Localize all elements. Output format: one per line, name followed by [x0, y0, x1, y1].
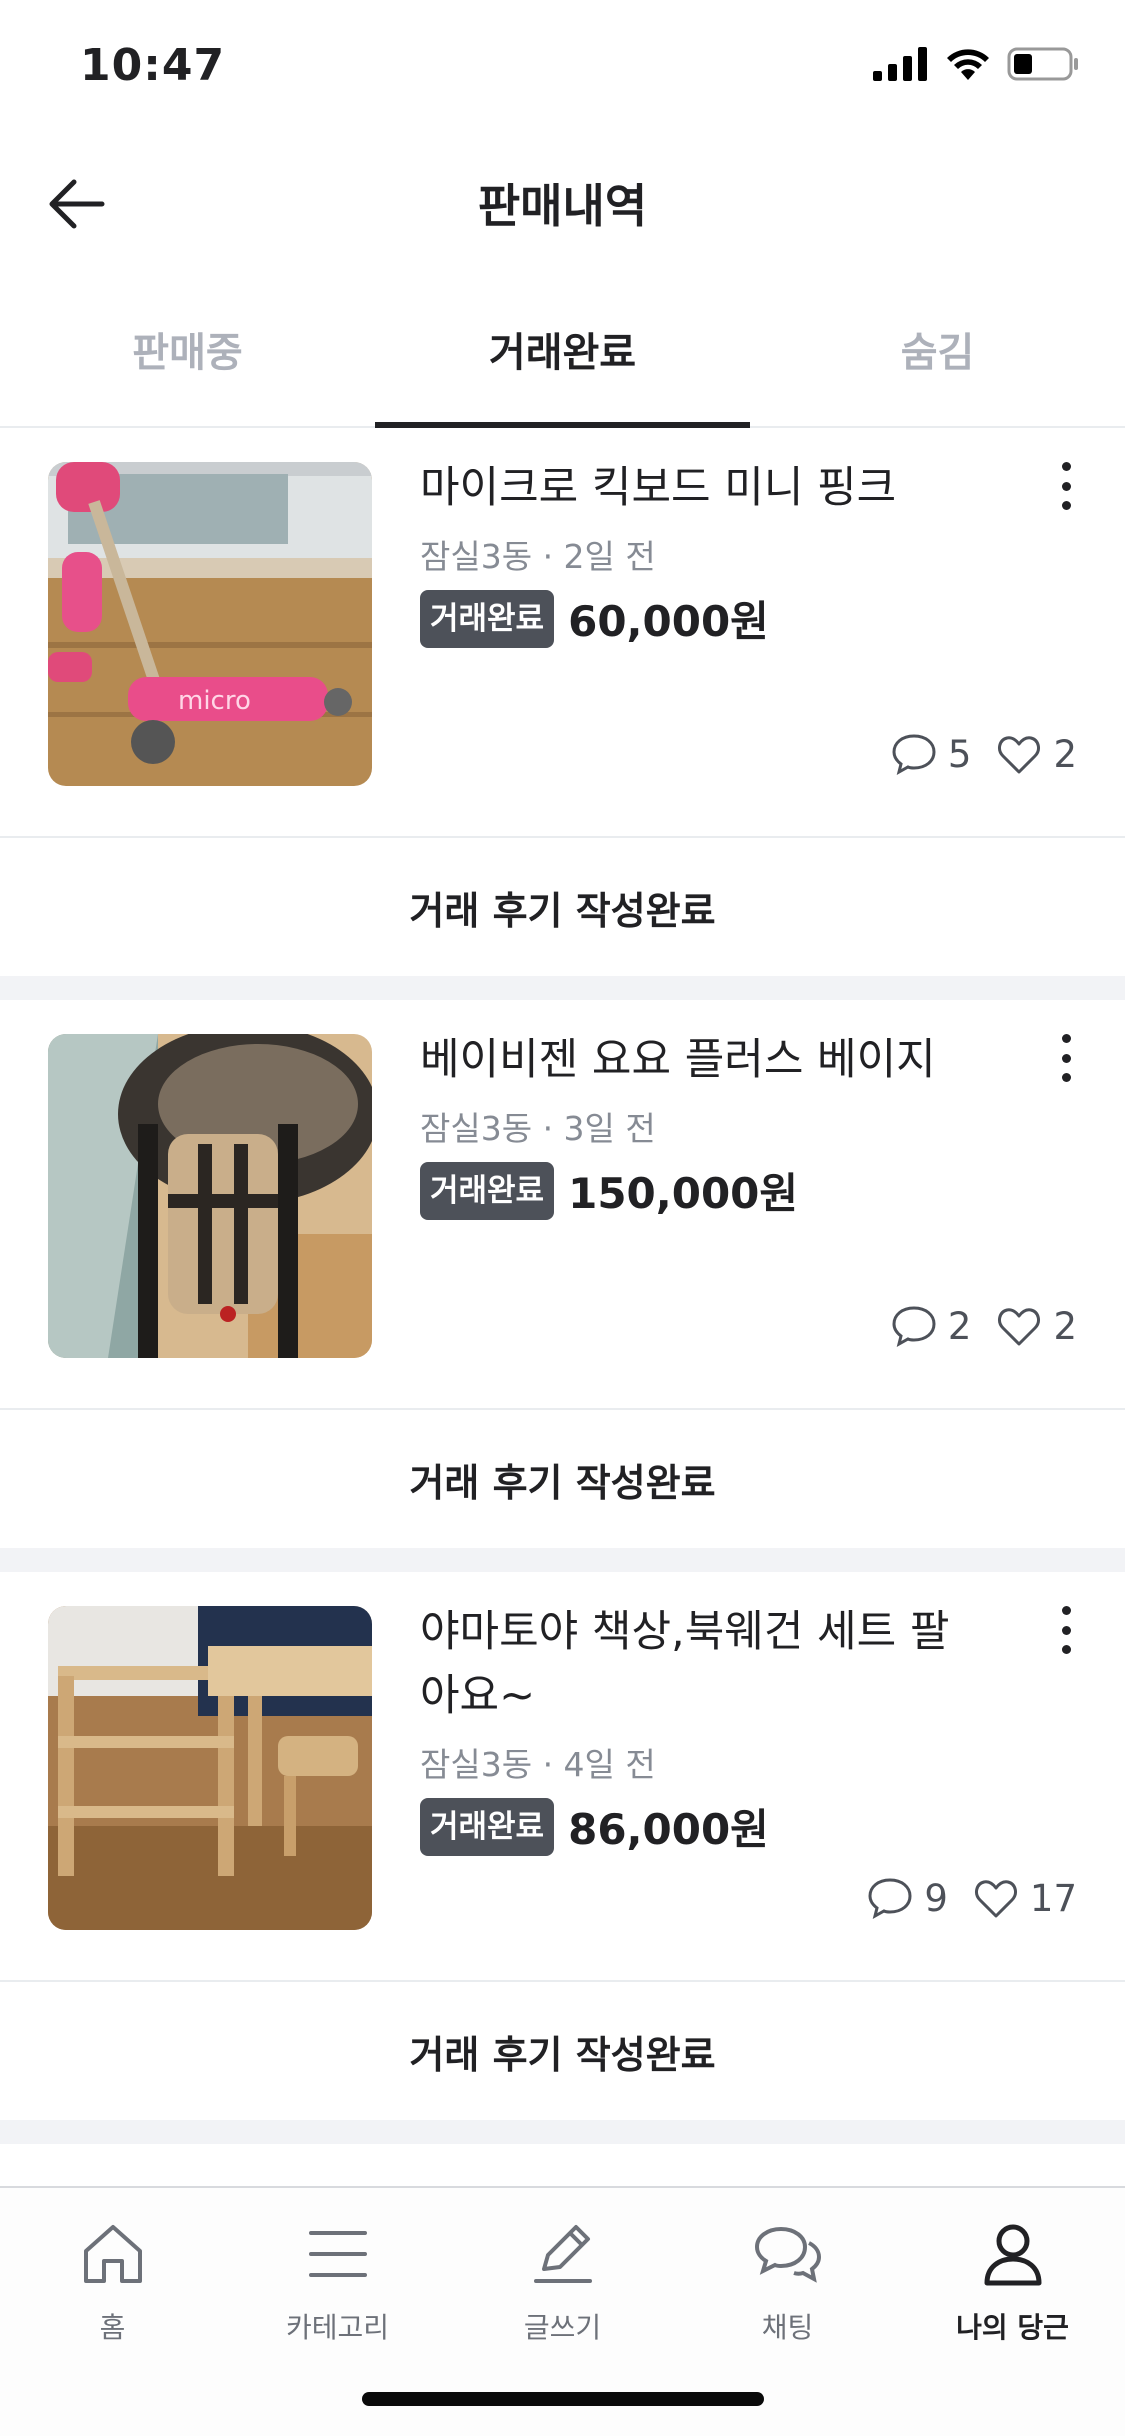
reaction-counts: 2 2 — [890, 1304, 1077, 1348]
person-icon — [981, 2214, 1045, 2294]
nav-my-karrot[interactable]: 나의 당근 — [900, 2214, 1125, 2346]
like-count: 17 — [1029, 1876, 1077, 1920]
reaction-counts: 5 2 — [890, 732, 1077, 776]
item-price: 60,000원 — [568, 597, 769, 646]
more-options-button[interactable] — [1051, 1602, 1081, 1658]
list-item[interactable]: 베이비젠 요요 플러스 베이지 잠실3동 · 3일 전 거래완료 150,000… — [0, 1000, 1125, 1410]
dot — [1061, 1606, 1071, 1615]
item-thumbnail[interactable] — [48, 1034, 372, 1358]
dot — [1061, 501, 1071, 510]
nav-label: 카테고리 — [285, 2311, 390, 2344]
nav-category[interactable]: 카테고리 — [225, 2214, 450, 2346]
nav-label: 채팅 — [761, 2311, 814, 2344]
heart-icon — [998, 1308, 1041, 1346]
more-options-button[interactable] — [1051, 1030, 1081, 1086]
section-divider — [0, 2120, 1125, 2144]
sales-history-screen: 10:47 판매내역 판매중 거래완료 숨김 micro 마이크로 킥보드 미니… — [0, 0, 1125, 2436]
list-item[interactable]: 야마토야 책상,북웨건 세트 팔아요~ 잠실3동 · 4일 전 거래완료 86,… — [0, 1572, 1125, 1982]
chat-count: 9 — [924, 1876, 948, 1920]
menu-icon — [307, 2214, 369, 2294]
item-title[interactable]: 마이크로 킥보드 미니 핑크 — [420, 456, 980, 520]
page-title: 판매내역 — [477, 179, 648, 233]
battery-icon — [1007, 47, 1078, 81]
chat-icon — [892, 1306, 936, 1347]
dot — [1061, 481, 1071, 491]
chat-count: 2 — [947, 1304, 972, 1348]
tab-selling[interactable]: 판매중 — [0, 272, 375, 426]
pencil-icon — [530, 2214, 596, 2294]
chat-icon — [892, 734, 936, 775]
item-thumbnail[interactable]: micro — [48, 462, 372, 786]
status-badge: 거래완료 — [420, 1161, 555, 1220]
wifi-icon — [947, 49, 989, 80]
dot — [1061, 462, 1071, 471]
heart-icon — [974, 1880, 1017, 1918]
review-complete-button[interactable]: 거래 후기 작성완료 — [0, 1982, 1125, 2120]
item-title[interactable]: 베이비젠 요요 플러스 베이지 — [420, 1028, 980, 1092]
tab-hidden[interactable]: 숨김 — [750, 272, 1125, 426]
reaction-counts: 9 17 — [866, 1876, 1077, 1920]
chat-icon — [868, 1878, 912, 1919]
item-meta: 잠실3동 · 2일 전 — [420, 537, 656, 576]
chat-icon — [753, 2214, 823, 2294]
item-price: 150,000원 — [568, 1169, 799, 1218]
heart-icon — [998, 736, 1041, 774]
status-bar: 10:47 — [0, 0, 1125, 132]
item-thumbnail[interactable] — [48, 1606, 372, 1930]
like-count: 2 — [1053, 732, 1077, 776]
status-badge: 거래완료 — [420, 589, 555, 648]
status-time: 10:47 — [80, 40, 226, 91]
dot — [1061, 1073, 1071, 1082]
item-price: 86,000원 — [568, 1805, 769, 1854]
price-row: 거래완료 150,000원 — [420, 1160, 798, 1221]
dot — [1061, 1645, 1071, 1654]
nav-label: 글쓰기 — [523, 2311, 602, 2344]
nav-chat[interactable]: 채팅 — [675, 2214, 900, 2346]
chat-count: 5 — [947, 732, 972, 776]
item-meta: 잠실3동 · 4일 전 — [420, 1745, 656, 1784]
nav-label: 홈 — [99, 2311, 126, 2344]
item-title[interactable]: 야마토야 책상,북웨건 세트 팔아요~ — [420, 1600, 980, 1728]
sales-list: micro 마이크로 킥보드 미니 핑크 잠실3동 · 2일 전 거래완료 60… — [0, 428, 1125, 2144]
wooden-desk-image — [48, 1606, 372, 1930]
home-icon — [80, 2214, 146, 2294]
status-badge: 거래완료 — [420, 1797, 555, 1856]
dot — [1061, 1625, 1071, 1635]
dot — [1061, 1034, 1071, 1043]
home-indicator[interactable] — [362, 2392, 764, 2406]
review-complete-button[interactable]: 거래 후기 작성완료 — [0, 838, 1125, 976]
kick-scooter-image: micro — [48, 462, 372, 786]
more-options-button[interactable] — [1051, 458, 1081, 514]
section-divider — [0, 1548, 1125, 1572]
nav-label: 나의 당근 — [956, 2311, 1069, 2344]
price-row: 거래완료 86,000원 — [420, 1796, 769, 1857]
dot — [1061, 1053, 1071, 1063]
like-count: 2 — [1053, 1304, 1077, 1348]
item-meta: 잠실3동 · 3일 전 — [420, 1109, 656, 1148]
tab-bar: 판매중 거래완료 숨김 — [0, 272, 1125, 428]
signal-icon — [873, 47, 927, 81]
app-header: 판매내역 — [0, 132, 1125, 272]
section-divider — [0, 976, 1125, 1000]
list-item[interactable]: micro 마이크로 킥보드 미니 핑크 잠실3동 · 2일 전 거래완료 60… — [0, 428, 1125, 838]
nav-write[interactable]: 글쓰기 — [450, 2214, 675, 2346]
tab-completed[interactable]: 거래완료 — [375, 272, 750, 428]
status-icons — [873, 46, 1081, 82]
svg-text:micro: micro — [178, 686, 251, 716]
nav-home[interactable]: 홈 — [0, 2214, 225, 2346]
review-complete-button[interactable]: 거래 후기 작성완료 — [0, 1410, 1125, 1548]
stroller-image — [48, 1034, 372, 1358]
price-row: 거래완료 60,000원 — [420, 588, 769, 649]
